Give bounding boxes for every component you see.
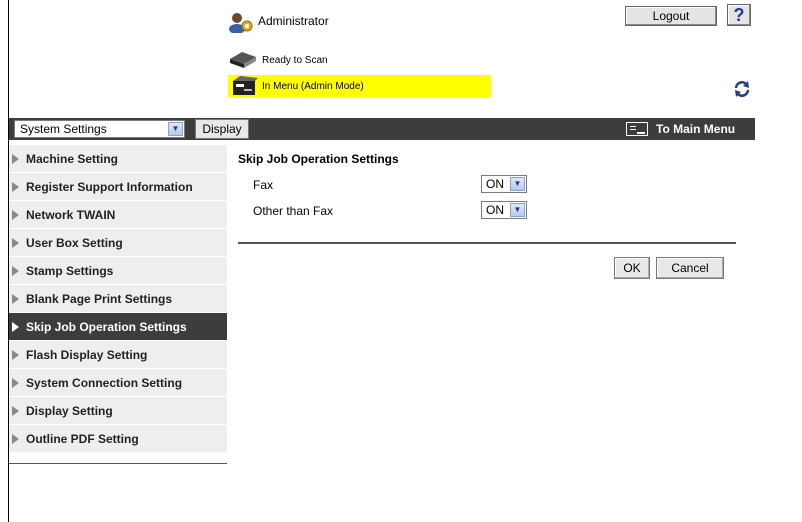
sidebar-item-label: Machine Setting	[26, 151, 119, 166]
triangle-right-icon	[12, 181, 19, 192]
triangle-right-icon	[12, 265, 19, 276]
display-button[interactable]: Display	[195, 119, 249, 139]
sidebar-item-label: Flash Display Setting	[26, 347, 148, 362]
status-menu: In Menu (Admin Mode)	[262, 81, 364, 92]
ok-button[interactable]: OK	[614, 257, 650, 279]
user-label: Administrator	[258, 14, 329, 28]
triangle-right-icon	[12, 321, 19, 332]
sidebar-item-label: Stamp Settings	[26, 263, 114, 278]
status-scan: Ready to Scan	[262, 55, 328, 66]
chevron-down-icon: ▼	[510, 177, 525, 191]
scanner-icon	[230, 52, 256, 68]
sidebar-divider	[9, 463, 227, 464]
main-menu-icon[interactable]	[626, 122, 648, 136]
sidebar-item-label: System Connection Setting	[26, 375, 183, 390]
machine-icon	[233, 76, 258, 95]
other-than-fax-label: Other than Fax	[253, 204, 334, 218]
triangle-right-icon	[12, 405, 19, 416]
content-divider	[238, 242, 736, 244]
sidebar-item-display-setting[interactable]: Display Setting	[9, 397, 227, 425]
sidebar-item-stamp-settings[interactable]: Stamp Settings	[9, 257, 227, 285]
triangle-right-icon	[12, 377, 19, 388]
administrator-icon	[229, 13, 253, 33]
triangle-right-icon	[12, 237, 19, 248]
page-title: Skip Job Operation Settings	[238, 152, 399, 166]
sidebar-item-label: Skip Job Operation Settings	[26, 319, 187, 334]
triangle-right-icon	[12, 433, 19, 444]
chevron-down-icon: ▼	[510, 203, 525, 217]
sidebar-item-flash-display-setting[interactable]: Flash Display Setting	[9, 341, 227, 369]
triangle-right-icon	[12, 293, 19, 304]
category-select[interactable]: System Settings ▼	[14, 120, 185, 138]
fax-select-value: ON	[486, 177, 504, 191]
to-main-menu-link[interactable]: To Main Menu	[656, 122, 735, 136]
help-button[interactable]: ?	[727, 4, 751, 26]
sidebar-item-user-box-setting[interactable]: User Box Setting	[9, 229, 227, 257]
sidebar-item-machine-setting[interactable]: Machine Setting	[9, 145, 227, 173]
category-select-value: System Settings	[20, 122, 107, 136]
chevron-down-icon: ▼	[168, 122, 183, 136]
triangle-right-icon	[12, 209, 19, 220]
sidebar-item-label: Blank Page Print Settings	[26, 291, 173, 306]
sidebar-item-outline-pdf-setting[interactable]: Outline PDF Setting	[9, 425, 227, 453]
triangle-right-icon	[12, 349, 19, 360]
sidebar-item-label: Register Support Information	[26, 179, 193, 194]
sidebar-item-label: User Box Setting	[26, 235, 123, 250]
sidebar-item-skip-job-operation-settings[interactable]: Skip Job Operation Settings	[9, 313, 227, 341]
sidebar-item-label: Network TWAIN	[26, 207, 116, 222]
refresh-icon[interactable]	[732, 79, 752, 99]
sidebar-item-label: Display Setting	[26, 403, 113, 418]
sidebar-item-network-twain[interactable]: Network TWAIN	[9, 201, 227, 229]
cancel-button[interactable]: Cancel	[656, 257, 724, 279]
other-than-fax-select-value: ON	[486, 203, 504, 217]
logout-button[interactable]: Logout	[625, 6, 717, 26]
sidebar-item-register-support-information[interactable]: Register Support Information	[9, 173, 227, 201]
fax-select[interactable]: ON ▼	[481, 175, 527, 193]
triangle-right-icon	[12, 153, 19, 164]
other-than-fax-select[interactable]: ON ▼	[481, 201, 527, 219]
sidebar-item-blank-page-print-settings[interactable]: Blank Page Print Settings	[9, 285, 227, 313]
fax-label: Fax	[253, 178, 274, 192]
sidebar-item-system-connection-setting[interactable]: System Connection Setting	[9, 369, 227, 397]
sidebar: Machine Setting Register Support Informa…	[9, 145, 227, 453]
sidebar-item-label: Outline PDF Setting	[26, 431, 139, 446]
